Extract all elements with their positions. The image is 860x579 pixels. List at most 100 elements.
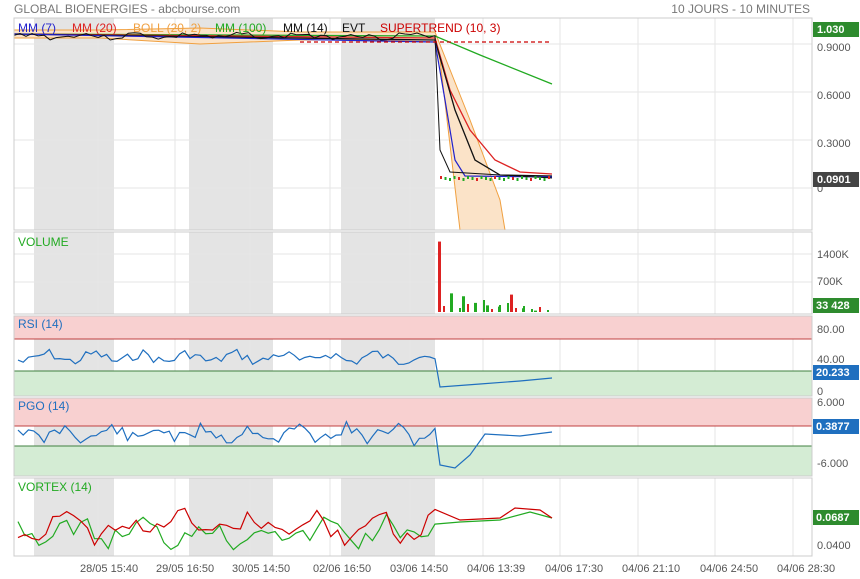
x-tick-6: 04/06 17:30 xyxy=(545,563,603,575)
x-tick-0: 28/05 15:40 xyxy=(80,563,138,575)
candle-15 xyxy=(507,176,510,179)
pgo-high-zone xyxy=(14,398,812,426)
pgo-last-value: 0.3877 xyxy=(816,421,850,433)
rsi-last-value: 20.233 xyxy=(816,367,850,379)
stock-chart: MM (7) MM (20) BOLL (20, 2) MM (100) MM … xyxy=(13,17,859,575)
session-band-vortex-1 xyxy=(189,478,273,556)
vortex-last-value: 0.0687 xyxy=(816,512,850,524)
price-legend: MM (7) MM (20) BOLL (20, 2) MM (100) MM … xyxy=(18,21,500,35)
x-tick-7: 04/06 21:10 xyxy=(622,563,680,575)
volume-bar-4 xyxy=(486,305,489,312)
volume-minor-bar-5 xyxy=(483,300,485,312)
rsi-overbought-zone xyxy=(14,316,812,339)
legend-mm20[interactable]: MM (20) xyxy=(72,21,117,35)
candle-6 xyxy=(467,176,469,179)
pgo-tick-6: 6.000 xyxy=(817,397,845,409)
legend-evt[interactable]: EVT xyxy=(342,21,366,35)
volume-badge: 33 428 xyxy=(813,298,859,313)
x-tick-4: 03/06 14:50 xyxy=(390,563,448,575)
candle-4 xyxy=(458,177,460,180)
candle-0 xyxy=(440,176,442,179)
volume-last-value: 33 428 xyxy=(816,300,850,312)
session-band-price-0 xyxy=(34,18,114,230)
price-last-badge: 1.030 xyxy=(813,22,859,37)
pgo-low-zone xyxy=(14,446,812,476)
legend-supertrend[interactable]: SUPERTREND (10, 3) xyxy=(380,21,500,35)
rsi-tick-40: 40.00 xyxy=(817,354,845,366)
session-band-volume-2 xyxy=(341,232,435,314)
candle-12 xyxy=(494,176,496,179)
volume-minor-bar-7 xyxy=(499,305,501,312)
volume-minor-bar-10 xyxy=(523,306,525,312)
price-tick-0600: 0.6000 xyxy=(817,90,851,102)
x-axis: 28/05 15:40 29/05 16:50 30/05 14:50 02/0… xyxy=(80,563,835,575)
volume-minor-bar-8 xyxy=(507,303,509,312)
candle-18 xyxy=(521,176,523,179)
volume-minor-bar-4 xyxy=(475,307,477,312)
price-current-badge: 0.0901 xyxy=(813,172,859,187)
candle-3 xyxy=(453,176,456,179)
candle-9 xyxy=(480,176,483,179)
x-tick-5: 04/06 13:39 xyxy=(467,563,525,575)
x-tick-1: 29/05 16:50 xyxy=(156,563,214,575)
candle-22 xyxy=(539,177,541,180)
x-tick-3: 02/06 16:50 xyxy=(313,563,371,575)
volume-minor-bar-1 xyxy=(451,302,453,312)
candle-24 xyxy=(548,176,550,179)
volume-minor-bar-12 xyxy=(539,307,541,312)
candle-17 xyxy=(516,178,519,181)
price-current-value: 0.0901 xyxy=(817,174,851,186)
candle-13 xyxy=(498,177,501,180)
candle-19 xyxy=(525,177,528,180)
x-tick-9: 04/06 28:30 xyxy=(777,563,835,575)
x-tick-8: 04/06 24:50 xyxy=(700,563,758,575)
candle-7 xyxy=(471,177,474,180)
candle-21 xyxy=(534,176,537,179)
price-tick-0900: 0.9000 xyxy=(817,42,851,54)
volume-minor-bar-3 xyxy=(467,304,469,312)
candle-10 xyxy=(485,177,487,180)
vortex-badge: 0.0687 xyxy=(813,510,859,525)
volume-bar-6 xyxy=(510,294,513,312)
vortex-label: VORTEX (14) xyxy=(18,480,92,494)
candle-16 xyxy=(512,177,514,180)
volume-tick-700k: 700K xyxy=(817,276,843,288)
legend-mm7[interactable]: MM (7) xyxy=(18,21,56,35)
session-band-price-1 xyxy=(189,18,273,230)
pgo-tick-minus6: -6.000 xyxy=(817,458,848,470)
price-tick-0300: 0.3000 xyxy=(817,138,851,150)
candle-8 xyxy=(476,178,478,181)
session-band-price-2 xyxy=(341,18,435,230)
candle-11 xyxy=(489,178,492,181)
candle-14 xyxy=(503,178,505,181)
candle-20 xyxy=(530,178,532,181)
candle-23 xyxy=(543,178,546,181)
volume-minor-bar-13 xyxy=(547,310,549,312)
pgo-label: PGO (14) xyxy=(18,399,69,413)
volume-minor-bar-6 xyxy=(491,309,493,312)
pgo-badge: 0.3877 xyxy=(813,419,859,434)
volume-minor-bar-9 xyxy=(515,308,517,312)
candle-5 xyxy=(462,178,465,181)
volume-minor-bar-0 xyxy=(443,306,445,312)
legend-mm14[interactable]: MM (14) xyxy=(283,21,328,35)
vortex-tick-004: 0.0400 xyxy=(817,540,851,552)
volume-minor-bar-2 xyxy=(459,308,461,312)
volume-bar-0 xyxy=(438,241,441,312)
volume-minor-bar-11 xyxy=(531,309,533,312)
volume-tick-1400k: 1400K xyxy=(817,249,849,261)
candle-1 xyxy=(444,177,447,180)
rsi-oversold-zone xyxy=(14,371,812,396)
legend-boll[interactable]: BOLL (20, 2) xyxy=(133,21,201,35)
rsi-badge: 20.233 xyxy=(813,365,859,380)
volume-bar-2 xyxy=(462,296,465,312)
volume-label: VOLUME xyxy=(18,235,69,249)
rsi-tick-80: 80.00 xyxy=(817,324,845,336)
legend-mm100[interactable]: MM (100) xyxy=(215,21,266,35)
rsi-label: RSI (14) xyxy=(18,317,63,331)
candle-2 xyxy=(449,178,451,181)
volume-bar-8 xyxy=(534,310,537,312)
price-last-value: 1.030 xyxy=(817,24,845,36)
x-tick-2: 30/05 14:50 xyxy=(232,563,290,575)
session-band-volume-1 xyxy=(189,232,273,314)
